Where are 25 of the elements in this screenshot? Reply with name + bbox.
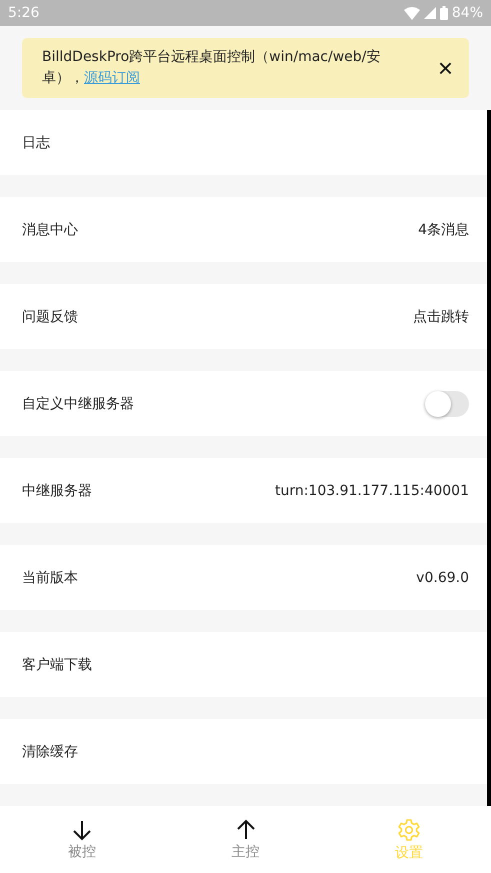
setting-label: 日志 bbox=[22, 134, 50, 152]
close-button[interactable]: × bbox=[434, 55, 457, 81]
down-arrow-icon bbox=[70, 818, 93, 840]
setting-value: 点击跳转 bbox=[413, 308, 469, 326]
up-arrow-icon bbox=[234, 818, 256, 840]
toggle-switch[interactable] bbox=[425, 390, 469, 416]
clock-time: 5:26 bbox=[8, 5, 40, 21]
setting-label: 中继服务器 bbox=[22, 482, 92, 500]
setting-value: turn:103.91.177.115:40001 bbox=[274, 482, 469, 498]
setting-label: 当前版本 bbox=[22, 568, 78, 586]
nav-tab[interactable]: 主控 bbox=[164, 806, 328, 873]
setting-label: 清除缓存 bbox=[22, 742, 78, 760]
settings-icon bbox=[397, 818, 422, 842]
setting-label: 客户端下载 bbox=[22, 656, 92, 674]
setting-label: 自定义中继服务器 bbox=[22, 394, 134, 412]
setting-label: 问题反馈 bbox=[22, 308, 78, 326]
setting-value: 4条消息 bbox=[418, 220, 469, 238]
battery-percent: 84% bbox=[452, 5, 483, 21]
setting-value: v0.69.0 bbox=[416, 570, 469, 586]
notice-text: BilldDeskPro跨平台远程桌面控制（win/mac/web/安卓），源码订阅 bbox=[42, 48, 382, 88]
battery-icon bbox=[440, 6, 448, 20]
setting-label: 消息中心 bbox=[22, 220, 78, 238]
wifi-icon bbox=[404, 6, 420, 20]
signal-icon bbox=[424, 7, 436, 19]
nav-tab[interactable]: 被控 bbox=[0, 806, 164, 873]
